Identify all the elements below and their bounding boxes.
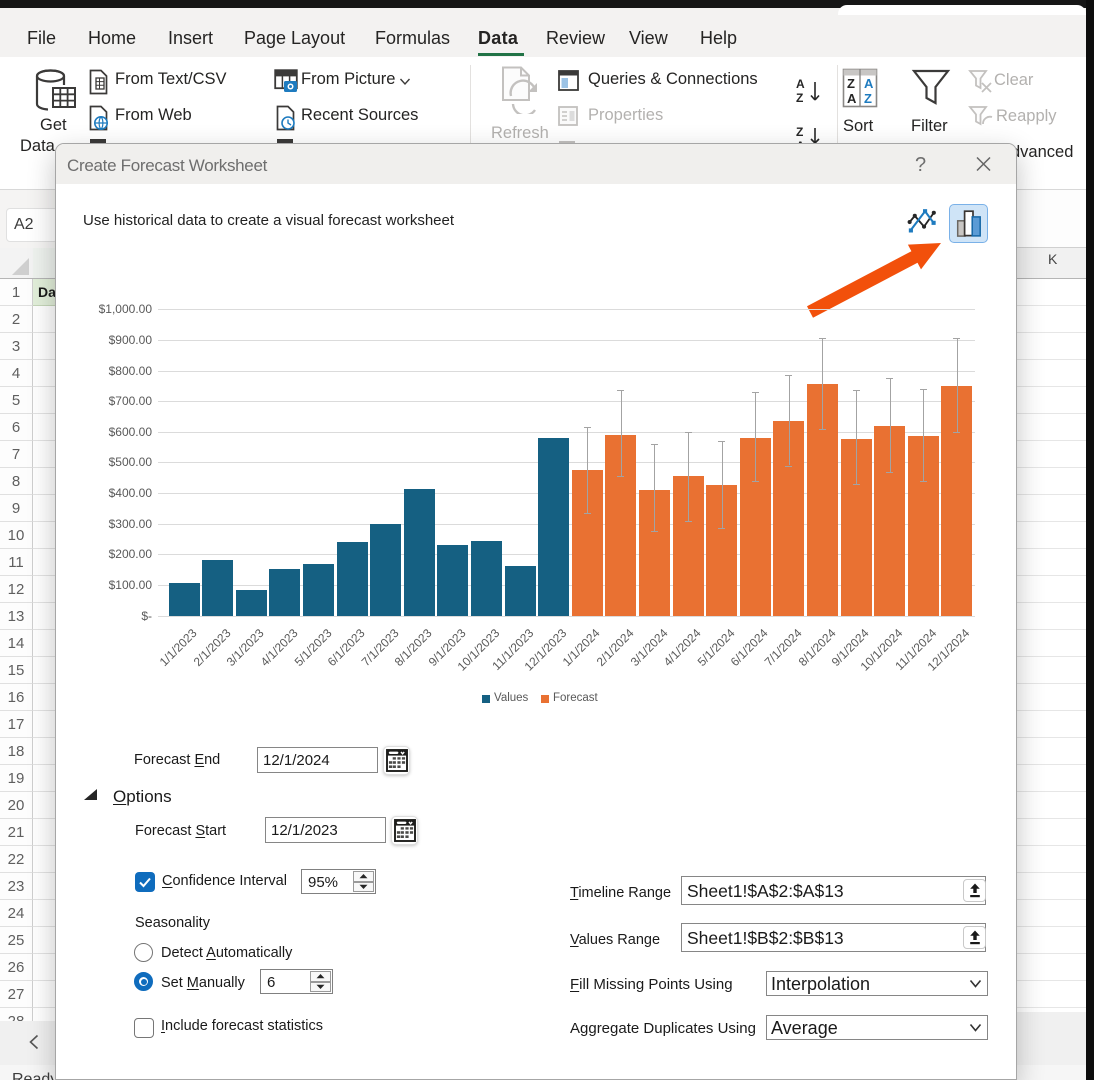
svg-text:Z: Z [796,125,803,139]
svg-text:Z: Z [796,91,803,105]
svg-text:A: A [864,76,874,91]
svg-text:A: A [796,77,805,91]
svg-text:A: A [847,91,857,106]
svg-text:Z: Z [847,76,855,91]
svg-text:Z: Z [864,91,872,106]
